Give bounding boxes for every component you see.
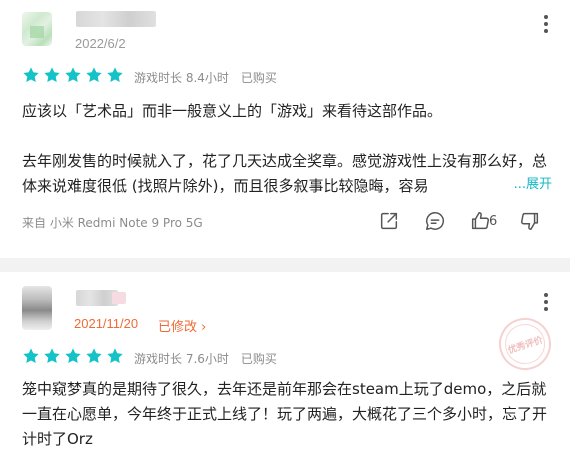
- star-icon: [86, 348, 102, 364]
- review-card: 2022/6/2 游戏时长 8.4小时 已购买 应该以「艺术品」而非一般意义上的「…: [0, 0, 570, 258]
- review-date: 2022/6/2: [75, 36, 126, 51]
- review-meta: 游戏时长 8.4小时 已购买: [134, 69, 277, 86]
- playtime: 游戏时长 7.6小时: [134, 352, 229, 366]
- star-rating: [22, 66, 124, 84]
- star-icon: [107, 67, 123, 83]
- avatar[interactable]: [22, 286, 52, 330]
- star-icon: [86, 67, 102, 83]
- star-icon: [65, 67, 81, 83]
- star-icon: [23, 348, 39, 364]
- playtime: 游戏时长 8.4小时: [134, 71, 229, 85]
- share-icon[interactable]: [378, 210, 400, 232]
- review-text: 去年刚发售的时候就入了，花了几天达成全奖章。感觉游戏性上没有那么好，总体来说难度…: [22, 149, 552, 197]
- expand-link[interactable]: ...展开: [514, 177, 552, 192]
- modified-link[interactable]: 已修改 ›: [158, 316, 206, 335]
- like-count: 6: [489, 214, 498, 229]
- star-icon: [44, 67, 60, 83]
- review-body: 去年刚发售的时候就入了，花了几天达成全奖章。感觉游戏性上没有那么好，总体来说难度…: [22, 152, 548, 195]
- device-info: 来自 小米 Redmi Note 9 Pro 5G: [22, 216, 203, 230]
- stamp-label: 优秀评价: [506, 335, 545, 356]
- thumbs-up-icon[interactable]: [469, 210, 491, 232]
- username[interactable]: [76, 11, 156, 27]
- purchase-status: 已购买: [240, 71, 277, 85]
- review-text: 笼中窥梦真的是期待了很久，去年还是前年那会在steam上玩了demo，之后就一直…: [22, 380, 548, 448]
- comment-icon[interactable]: [424, 210, 446, 232]
- purchase-status: 已购买: [240, 352, 277, 366]
- star-icon: [65, 348, 81, 364]
- star-icon: [23, 67, 39, 83]
- more-options-icon[interactable]: [544, 293, 548, 314]
- review-meta: 游戏时长 7.6小时 已购买: [134, 350, 277, 367]
- user-badge: [112, 292, 126, 304]
- star-rating: [22, 347, 124, 365]
- star-icon: [107, 348, 123, 364]
- chevron-right-icon: ›: [201, 320, 207, 335]
- more-options-icon[interactable]: [544, 15, 548, 36]
- modified-label: 已修改: [158, 320, 198, 335]
- review-date: 2021/11/20: [74, 316, 139, 331]
- divider: [0, 258, 570, 272]
- avatar[interactable]: [22, 12, 52, 46]
- review-text: 应该以「艺术品」而非一般意义上的「游戏」来看待这部作品。: [22, 102, 443, 120]
- star-icon: [44, 348, 60, 364]
- thumbs-down-icon[interactable]: [519, 210, 541, 232]
